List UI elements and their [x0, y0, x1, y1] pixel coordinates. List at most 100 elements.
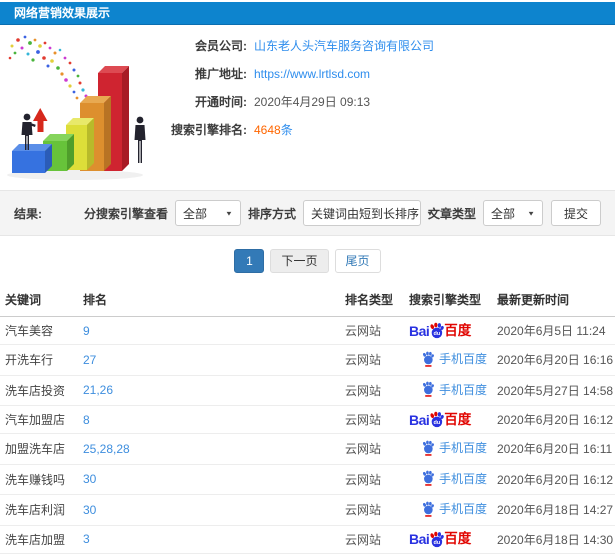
info-label: 搜索引擎排名: [171, 123, 247, 137]
keyword-cell: 加盟洗车店 [0, 433, 78, 465]
info-value: 4648 [254, 122, 281, 137]
mobile-baidu-paw-icon [423, 501, 434, 517]
keyword-cell: 洗车赚钱吗 [0, 464, 78, 495]
table-row: 汽车美容 9 云网站 Bai du 百度 2020年6月5日 11:24 [0, 316, 615, 345]
table-row: 汽车加盟店 8 云网站 Bai du 百度 2020年6月20日 16:12 [0, 405, 615, 434]
table-row: 洗车赚钱吗 30 云网站 手机百度 2020年6月20日 16:12 [0, 464, 615, 495]
info-row: 推广地址: https://www.lrtlsd.com [135, 67, 434, 82]
mobile-baidu-paw-icon [423, 351, 434, 367]
info-value-suffix: 条 [280, 123, 293, 137]
baidu-logo: Bai du 百度 [409, 322, 472, 339]
mobile-baidu-logo: 手机百度 [421, 350, 487, 367]
page-button-next[interactable]: 下一页 [270, 249, 329, 273]
info-label: 会员公司: [195, 39, 247, 53]
info-row: 搜索引擎排名: 4648 条 [135, 122, 434, 138]
mobile-baidu-logo: 手机百度 [421, 470, 487, 487]
col-header-keyword: 关键词 [0, 283, 78, 317]
col-header-engine-type: 搜索引擎类型 [404, 283, 492, 317]
result-label: 结果: [14, 206, 42, 221]
mobile-baidu-paw-icon [423, 381, 434, 397]
sort-filter-label: 排序方式 [247, 206, 296, 221]
updated-cell: 2020年6月5日 11:24 [492, 316, 615, 345]
table-header-row: 关键词 排名 排名类型 搜索引擎类型 最新更新时间 [0, 283, 615, 317]
svg-text:du: du [434, 539, 441, 545]
info-value[interactable]: https://www.lrtlsd.com [254, 67, 370, 81]
keyword-cell: 洗车店投资 [0, 375, 78, 406]
rank-cell[interactable]: 21,26 [78, 375, 340, 406]
rank-type-cell: 云网站 [340, 433, 404, 465]
rank-cell[interactable]: 8 [78, 405, 340, 434]
rank-cell[interactable]: 30 [78, 464, 340, 495]
summary-section: 会员公司: 山东老人头汽车服务咨询有限公司 推广地址: https://www.… [0, 25, 615, 190]
sort-filter-select[interactable]: 关键词由短到长排序 ▼ [302, 200, 434, 226]
engine-type-cell: 手机百度 [404, 433, 492, 465]
updated-cell: 2020年6月18日 14:27 [492, 494, 615, 526]
updated-cell: 2020年6月20日 16:12 [492, 405, 615, 434]
mobile-baidu-paw-icon [423, 470, 434, 486]
table-row: 洗车店加盟 3 云网站 Bai du 百度 2020年6月18日 14:30 [0, 525, 615, 554]
rank-cell[interactable]: 30 [78, 494, 340, 526]
rank-cell[interactable]: 25,28,28 [78, 433, 340, 465]
article-filter-select[interactable]: 全部 ▼ [482, 200, 543, 226]
chevron-down-icon: ▼ [527, 209, 535, 217]
rank-type-cell: 云网站 [340, 464, 404, 495]
svg-text:du: du [434, 420, 441, 426]
col-header-rank-type: 排名类型 [340, 283, 404, 317]
keyword-cell: 洗车店加盟 [0, 525, 78, 554]
confetti-dots [8, 35, 88, 100]
bar-blue [12, 144, 52, 173]
keyword-cell: 汽车美容 [0, 316, 78, 345]
article-filter-label: 文章类型 [427, 206, 476, 221]
rank-cell[interactable]: 9 [78, 316, 340, 345]
updated-cell: 2020年5月27日 14:58 [492, 375, 615, 406]
baidu-logo: Bai du 百度 [409, 531, 472, 547]
table-row: 洗车店利润 30 云网站 手机百度 2020年6月18日 14:27 [0, 494, 615, 526]
info-label: 推广地址: [195, 67, 247, 81]
page-button-last[interactable]: 尾页 [334, 249, 381, 273]
page-button-active[interactable]: 1 [234, 249, 265, 273]
table-row: 开洗车行 27 云网站 手机百度 2020年6月20日 16:16 [0, 344, 615, 376]
mobile-baidu-logo: 手机百度 [421, 500, 487, 517]
info-label: 开通时间: [195, 95, 247, 109]
updated-cell: 2020年6月20日 16:12 [492, 464, 615, 495]
baidu-logo: Bai du 百度 [409, 411, 472, 428]
results-table: 关键词 排名 排名类型 搜索引擎类型 最新更新时间 汽车美容 9 云网站 Bai… [0, 283, 615, 554]
engine-type-cell: 手机百度 [404, 494, 492, 526]
rank-type-cell: 云网站 [340, 375, 404, 406]
info-list: 会员公司: 山东老人头汽车服务咨询有限公司 推广地址: https://www.… [135, 39, 434, 151]
baidu-paw-icon: du [430, 322, 445, 339]
engine-filter-select[interactable]: 全部 ▼ [174, 200, 241, 226]
results-table-body: 汽车美容 9 云网站 Bai du 百度 2020年6月5日 11:24 开洗车… [0, 316, 615, 554]
keyword-cell: 汽车加盟店 [0, 405, 78, 434]
engine-type-cell: 手机百度 [404, 344, 492, 376]
engine-type-cell: Bai du 百度 [404, 405, 492, 434]
rank-cell[interactable]: 27 [78, 344, 340, 376]
up-arrow-icon [33, 108, 48, 132]
chevron-down-icon: ▼ [425, 209, 434, 217]
info-value[interactable]: 山东老人头汽车服务咨询有限公司 [254, 37, 434, 54]
mobile-baidu-paw-icon [423, 440, 434, 456]
info-value: 2020年4月29日 09:13 [254, 95, 371, 109]
keyword-cell: 开洗车行 [0, 344, 78, 376]
table-row: 加盟洗车店 25,28,28 云网站 手机百度 2020年6月20日 16:11 [0, 433, 615, 465]
sort-filter-value: 关键词由短到长排序 [310, 206, 419, 221]
rank-cell[interactable]: 3 [78, 525, 340, 554]
article-filter-value: 全部 [490, 206, 515, 221]
info-row: 会员公司: 山东老人头汽车服务咨询有限公司 [135, 37, 434, 54]
filter-bar: 结果: 分搜索引擎查看 全部 ▼ 排序方式 关键词由短到长排序 ▼ 文章类型 全… [0, 190, 615, 236]
updated-cell: 2020年6月20日 16:11 [492, 433, 615, 465]
submit-button[interactable]: 提交 [550, 200, 601, 226]
engine-type-cell: 手机百度 [404, 464, 492, 495]
col-header-rank: 排名 [78, 283, 340, 317]
svg-text:du: du [434, 331, 441, 337]
rank-type-cell: 云网站 [340, 316, 404, 345]
pagination: 1 下一页 尾页 [0, 249, 615, 273]
engine-type-cell: Bai du 百度 [404, 316, 492, 345]
info-row: 开通时间: 2020年4月29日 09:13 [135, 95, 434, 109]
keyword-cell: 洗车店利润 [0, 494, 78, 526]
engine-filter-value: 全部 [182, 206, 207, 221]
chevron-down-icon: ▼ [225, 209, 233, 217]
updated-cell: 2020年6月18日 14:30 [492, 525, 615, 554]
rank-type-cell: 云网站 [340, 494, 404, 526]
updated-cell: 2020年6月20日 16:16 [492, 344, 615, 376]
